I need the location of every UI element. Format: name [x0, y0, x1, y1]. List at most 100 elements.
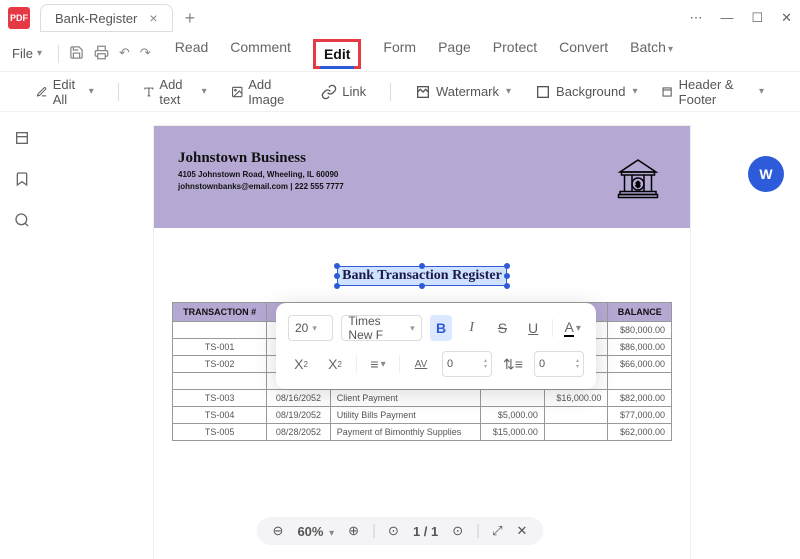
resize-handle[interactable]	[334, 273, 340, 279]
table-row: TS-00308/16/2052Client Payment$16,000.00…	[173, 390, 672, 407]
zoom-out-button[interactable]: ⊖	[273, 523, 284, 539]
stepper-icon[interactable]: ▴▾	[484, 358, 487, 370]
menu-page[interactable]: Page	[438, 39, 471, 69]
menu-form[interactable]: Form	[383, 39, 416, 69]
document-page: Johnstown Business 4105 Johnstown Road, …	[154, 126, 690, 559]
superscript-button[interactable]: X2	[288, 351, 314, 377]
save-icon[interactable]	[69, 45, 84, 63]
chevron-down-icon: ▾	[668, 44, 673, 55]
minimize-icon[interactable]: —	[720, 10, 733, 26]
close-statusbar-button[interactable]: ✕	[517, 523, 528, 539]
subscript-button[interactable]: X2	[322, 351, 348, 377]
document-header: Johnstown Business 4105 Johnstown Road, …	[154, 126, 690, 228]
bold-button[interactable]: B	[430, 315, 453, 341]
resize-handle[interactable]	[334, 283, 340, 289]
svg-text:$: $	[636, 180, 641, 189]
thumbnails-icon[interactable]	[14, 130, 30, 149]
menu-comment[interactable]: Comment	[230, 39, 291, 69]
align-button[interactable]: ≡▾	[365, 351, 391, 377]
fullscreen-button[interactable]: ⤢	[492, 523, 502, 539]
undo-icon[interactable]: ↶	[119, 45, 130, 63]
menu-convert[interactable]: Convert	[559, 39, 608, 69]
separator	[552, 319, 553, 337]
char-spacing-input[interactable]: 0▴▾	[442, 351, 492, 377]
redo-icon[interactable]: ↷	[140, 45, 151, 63]
separator	[58, 45, 59, 63]
italic-button[interactable]: I	[460, 315, 483, 341]
bookmark-icon[interactable]	[14, 171, 30, 190]
app-icon: PDF	[8, 7, 30, 29]
line-spacing-icon: ⇅≡	[500, 351, 526, 377]
edit-all-button[interactable]: Edit All▾	[36, 77, 94, 107]
print-icon[interactable]	[94, 45, 109, 63]
chevron-down-icon: ▾	[506, 86, 511, 97]
bank-icon: $	[614, 154, 662, 205]
add-tab-button[interactable]: +	[185, 8, 196, 29]
add-image-button[interactable]: Add Image	[231, 77, 298, 107]
zoom-in-button[interactable]: ⊕	[348, 523, 359, 539]
tab-title: Bank-Register	[55, 11, 137, 26]
prev-page-button[interactable]: ⊙	[388, 523, 399, 539]
company-address: 4105 Johnstown Road, Wheeling, IL 60090	[178, 170, 666, 179]
add-text-button[interactable]: Add text▾	[143, 77, 207, 107]
font-family-select[interactable]: Times New F▾	[341, 315, 421, 341]
table-row: TS-00508/28/2052Payment of Bimonthly Sup…	[173, 424, 672, 441]
separator	[356, 355, 357, 373]
page-indicator: 1 / 1	[413, 524, 438, 539]
separator	[373, 524, 374, 538]
table-row: TS-00408/19/2052Utility Bills Payment$5,…	[173, 407, 672, 424]
chevron-down-icon: ▾	[202, 86, 207, 97]
chevron-down-icon: ▾	[37, 48, 42, 59]
zoom-level[interactable]: 60% ▾	[297, 524, 334, 539]
menu-edit[interactable]: Edit	[313, 39, 361, 69]
menu-batch[interactable]: Batch▾	[630, 39, 673, 69]
more-icon[interactable]: ⋯	[689, 10, 702, 26]
word-export-fab[interactable]: W	[748, 156, 784, 192]
chevron-down-icon: ▾	[759, 86, 764, 97]
company-contact: johnstownbanks@email.com | 222 555 7777	[178, 182, 666, 191]
maximize-icon[interactable]: ☐	[751, 10, 763, 26]
col-transaction: TRANSACTION #	[173, 303, 267, 322]
underline-button[interactable]: U	[522, 315, 545, 341]
watermark-button[interactable]: Watermark▾	[415, 84, 511, 100]
file-menu[interactable]: File ▾	[12, 46, 42, 61]
text-color-button[interactable]: A▾	[561, 315, 584, 341]
separator	[399, 355, 400, 373]
menu-read[interactable]: Read	[175, 39, 208, 69]
file-label: File	[12, 46, 33, 61]
document-title-selection[interactable]: Bank Transaction Register	[337, 266, 507, 286]
strikethrough-button[interactable]: S	[491, 315, 514, 341]
background-button[interactable]: Background▾	[535, 84, 637, 100]
resize-handle[interactable]	[504, 283, 510, 289]
resize-handle[interactable]	[334, 263, 340, 269]
chevron-down-icon: ▾	[381, 359, 386, 370]
search-icon[interactable]	[14, 212, 30, 231]
next-page-button[interactable]: ⊙	[452, 523, 463, 539]
header-footer-button[interactable]: Header & Footer▾	[661, 77, 764, 107]
chevron-down-icon: ▾	[329, 528, 334, 539]
close-tab-icon[interactable]: ×	[149, 10, 157, 26]
font-size-select[interactable]: 20▾	[288, 315, 333, 341]
separator	[390, 83, 391, 101]
resize-handle[interactable]	[419, 283, 425, 289]
menu-protect[interactable]: Protect	[493, 39, 537, 69]
resize-handle[interactable]	[504, 263, 510, 269]
separator	[477, 524, 478, 538]
chevron-down-icon: ▾	[312, 323, 317, 334]
stepper-icon[interactable]: ▴▾	[576, 358, 579, 370]
chevron-down-icon: ▾	[89, 86, 94, 97]
separator	[118, 83, 119, 101]
line-spacing-input[interactable]: 0▴▾	[534, 351, 584, 377]
resize-handle[interactable]	[504, 273, 510, 279]
chevron-down-icon: ▾	[632, 86, 637, 97]
text-format-popup: 20▾ Times New F▾ B I S U A▾ X2 X2 ≡▾ AV	[276, 303, 596, 389]
resize-handle[interactable]	[419, 263, 425, 269]
status-bar: ⊖ 60% ▾ ⊕ ⊙ 1 / 1 ⊙ ⤢ ✕	[257, 517, 544, 545]
link-button[interactable]: Link	[321, 84, 366, 100]
document-tab[interactable]: Bank-Register ×	[40, 4, 173, 32]
close-window-icon[interactable]: ✕	[781, 10, 792, 26]
chevron-down-icon: ▾	[576, 323, 581, 334]
chevron-down-icon: ▾	[410, 323, 415, 334]
col-balance: BALANCE	[608, 303, 672, 322]
char-spacing-icon: AV	[408, 351, 434, 377]
